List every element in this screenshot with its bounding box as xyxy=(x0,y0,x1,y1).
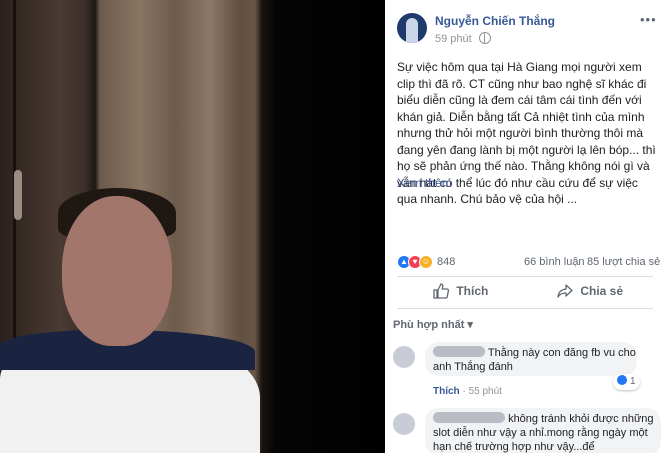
comment-time[interactable]: 55 phút xyxy=(469,386,502,397)
ellipsis-icon[interactable]: ••• xyxy=(640,12,657,27)
share-button-label: Chia sẻ xyxy=(580,284,624,298)
author-name[interactable]: Nguyễn Chiến Thắng xyxy=(435,14,555,28)
door-handle xyxy=(14,170,22,220)
reaction-count[interactable]: 848 xyxy=(437,256,455,268)
blurred-name xyxy=(433,412,505,423)
post-panel: Nguyễn Chiến Thắng 59 phút ••• Sự việc h… xyxy=(385,0,665,453)
person-face xyxy=(62,196,172,346)
post-meta: 59 phút xyxy=(435,32,491,45)
author-avatar[interactable] xyxy=(397,13,427,43)
like-button-label: Thích xyxy=(456,284,489,298)
comment-count[interactable]: 66 bình luận xyxy=(524,256,585,268)
reactions-bar: ▲ ♥ ☺ 848 66 bình luận 85 lượt chia sẻ xyxy=(397,254,660,272)
comment-sort-dropdown[interactable]: Phù hợp nhất ▾ xyxy=(393,318,473,331)
comment-like-count: 1 xyxy=(630,376,636,387)
comment-actions: Thích · 55 phút xyxy=(433,386,502,397)
comment-like-link[interactable]: Thích xyxy=(433,386,460,397)
divider xyxy=(397,308,653,309)
comment-bubble: Thằng này con đăng fb vu cho anh Thắng đ… xyxy=(425,342,637,376)
post-header: Nguyễn Chiến Thắng 59 phút ••• xyxy=(385,0,665,50)
commenter-avatar[interactable] xyxy=(393,413,415,435)
commenter-avatar[interactable] xyxy=(393,346,415,368)
like-button[interactable]: Thích xyxy=(433,283,488,303)
share-arrow-icon xyxy=(557,284,573,298)
comments-list: Thằng này con đăng fb vu cho anh Thắng đ… xyxy=(385,338,665,453)
video-media[interactable] xyxy=(0,0,385,453)
share-count[interactable]: 85 lượt chia sẻ xyxy=(587,256,660,268)
comment-bubble: không tránh khỏi được những slot diễn nh… xyxy=(425,408,661,453)
blurred-name xyxy=(433,346,485,357)
thumbs-up-icon xyxy=(433,283,450,299)
globe-icon xyxy=(478,32,491,44)
haha-reaction-icon[interactable]: ☺ xyxy=(419,255,433,269)
divider xyxy=(397,276,653,277)
share-button[interactable]: Chia sẻ xyxy=(557,283,623,303)
post-time[interactable]: 59 phút xyxy=(435,33,472,45)
comment-like-badge[interactable]: 1 xyxy=(613,374,640,390)
see-more-link[interactable]: Xem thêm xyxy=(397,176,452,190)
like-icon xyxy=(617,375,627,385)
